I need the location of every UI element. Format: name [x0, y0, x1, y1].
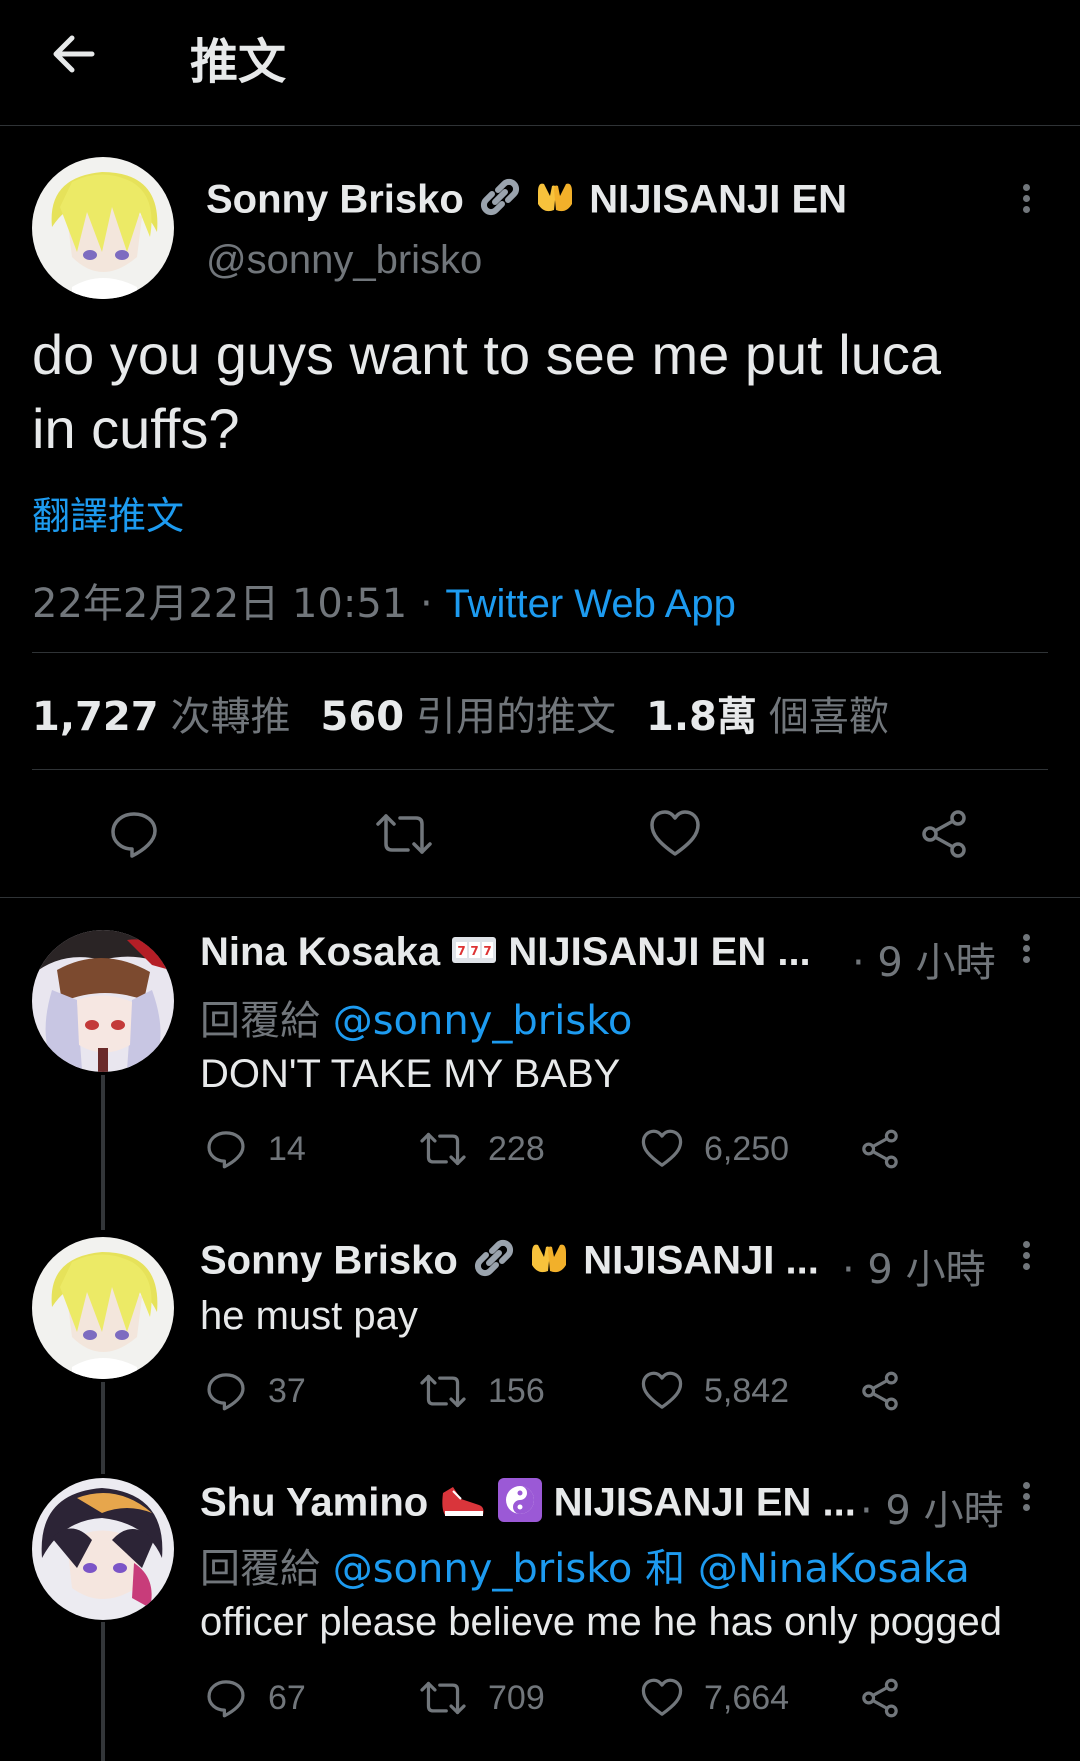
reply-count: 37	[268, 1371, 306, 1410]
translate-link[interactable]: 翻譯推文	[32, 485, 184, 540]
more-options-icon[interactable]	[1016, 1237, 1036, 1277]
reply-author-name[interactable]: Nina Kosaka 777 NIJISANJI EN ...	[200, 930, 811, 977]
source-link[interactable]: Twitter Web App	[445, 582, 736, 626]
more-options-icon[interactable]	[1016, 930, 1036, 970]
retweet-count: 156	[488, 1371, 545, 1410]
reply-author-name[interactable]: Sonny Brisko NIJISANJI ...	[200, 1237, 819, 1289]
reply-time[interactable]: · 9 小時	[860, 1478, 1004, 1536]
quotes-count[interactable]: 560	[321, 694, 405, 740]
avatar[interactable]	[32, 1237, 174, 1379]
link-icon	[475, 176, 521, 228]
retweets-count[interactable]: 1,727	[32, 694, 159, 740]
reply-text: he must pay	[200, 1294, 418, 1338]
divider	[32, 769, 1048, 770]
avatar[interactable]	[32, 1478, 174, 1620]
share-icon[interactable]	[918, 808, 970, 865]
reply-author-name[interactable]: Shu Yamino NIJISANJI EN ...	[200, 1478, 856, 1532]
link-icon	[469, 1237, 515, 1289]
reply-icon[interactable]	[108, 808, 160, 865]
reply-button[interactable]: 37	[204, 1370, 306, 1412]
more-options-icon[interactable]	[1016, 1478, 1036, 1518]
raising-hands-icon	[526, 1237, 572, 1289]
tweet-text: do you guys want to see me put luca in c…	[32, 323, 941, 460]
reply-count: 67	[268, 1678, 306, 1717]
author-handle[interactable]: @sonny_brisko	[206, 238, 482, 283]
replying-to: 回覆給 @sonny_brisko 和 @NinaKosaka	[200, 1546, 970, 1592]
reply-text: officer please believe me he has only po…	[200, 1600, 1003, 1644]
divider	[32, 652, 1048, 653]
retweet-count: 709	[488, 1678, 545, 1717]
mention-link[interactable]: @NinaKosaka	[698, 1546, 970, 1592]
tweet-timestamp: 22年2月22日 10:51 · Twitter Web App	[32, 581, 736, 627]
retweet-button[interactable]: 709	[418, 1677, 545, 1719]
reply-count: 14	[268, 1129, 306, 1168]
mention-link[interactable]: @sonny_brisko	[333, 998, 633, 1044]
back-arrow-icon[interactable]	[48, 28, 100, 80]
mention-link[interactable]: @sonny_brisko	[333, 1546, 633, 1592]
like-count: 6,250	[704, 1129, 790, 1168]
like-count: 5,842	[704, 1371, 790, 1410]
like-button[interactable]: 7,664	[640, 1677, 789, 1719]
likes-count[interactable]: 1.8萬	[646, 694, 757, 740]
retweet-icon[interactable]	[374, 808, 434, 865]
like-button[interactable]: 6,250	[640, 1128, 789, 1170]
top-bar: 推文	[0, 0, 1080, 126]
author-name[interactable]: Sonny Brisko NIJISANJI EN	[206, 176, 847, 228]
reply-time[interactable]: · 9 小時	[852, 930, 996, 988]
yin-yang-icon	[498, 1478, 543, 1532]
slot-machine-icon: 777	[451, 932, 497, 977]
retweet-count: 228	[488, 1129, 545, 1168]
retweet-button[interactable]: 228	[418, 1128, 545, 1170]
svg-text:7: 7	[458, 944, 466, 958]
raising-hands-icon	[532, 176, 578, 228]
svg-text:7: 7	[484, 944, 492, 958]
sneaker-icon	[439, 1479, 487, 1531]
divider	[0, 897, 1080, 898]
like-count: 7,664	[704, 1678, 790, 1717]
tweet-stats: 1,727 次轉推 560 引用的推文 1.8萬 個喜歡	[32, 694, 889, 740]
share-icon[interactable]	[858, 1370, 922, 1412]
avatar[interactable]	[32, 157, 174, 299]
reply-time[interactable]: · 9 小時	[842, 1237, 986, 1295]
retweet-button[interactable]: 156	[418, 1370, 545, 1412]
reply-button[interactable]: 14	[204, 1128, 306, 1170]
share-icon[interactable]	[858, 1128, 922, 1170]
share-icon[interactable]	[858, 1677, 922, 1719]
reply-button[interactable]: 67	[204, 1677, 306, 1719]
thread-line	[101, 1382, 105, 1474]
more-options-icon[interactable]	[1016, 180, 1036, 220]
reply-text: DON'T TAKE MY BABY	[200, 1052, 621, 1096]
like-button[interactable]: 5,842	[640, 1370, 789, 1412]
thread-line	[101, 1622, 105, 1761]
page-title: 推文	[190, 34, 287, 90]
svg-text:7: 7	[471, 944, 479, 958]
thread-line	[101, 1075, 105, 1230]
like-icon[interactable]	[648, 808, 702, 865]
replying-to: 回覆給 @sonny_brisko	[200, 998, 633, 1044]
avatar[interactable]	[32, 930, 174, 1072]
